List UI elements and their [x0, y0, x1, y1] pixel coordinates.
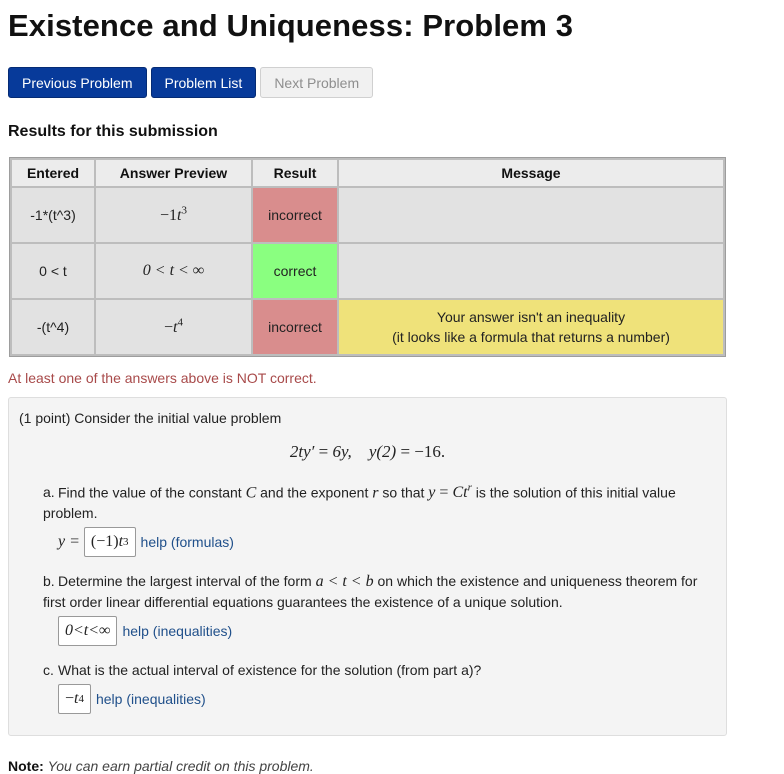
part-b-label: b.	[43, 573, 55, 589]
problem-list-button[interactable]: Problem List	[150, 67, 257, 98]
formula-ct: Ct	[452, 484, 468, 502]
preview-lead: −1	[160, 207, 178, 225]
part-a-text-post: so that	[378, 484, 429, 501]
header-answer-preview: Answer Preview	[96, 160, 251, 186]
initial-value: −16.	[414, 442, 446, 461]
table-row: -(t^4) −t4 incorrect Your answer isn't a…	[12, 300, 723, 354]
submission-summary: At least one of the answers above is NOT…	[8, 370, 317, 386]
note-label: Note:	[8, 758, 44, 774]
note-text: You can earn partial credit on this prob…	[47, 758, 314, 774]
initial-condition: y(2)	[368, 442, 397, 461]
part-a: a. Find the value of the constant C and t…	[43, 478, 713, 558]
help-formulas-link[interactable]: help (formulas)	[141, 532, 234, 552]
header-message: Message	[339, 160, 723, 186]
answer-a-label: y =	[58, 533, 80, 551]
result-cell: incorrect	[253, 188, 337, 242]
problem-nav: Previous Problem Problem List Next Probl…	[8, 67, 374, 98]
message-cell	[339, 244, 723, 298]
part-b: b. Determine the largest interval of the …	[43, 571, 713, 646]
partial-credit-note: Note: You can earn partial credit on thi…	[8, 758, 314, 774]
part-a-label: a.	[43, 484, 55, 501]
part-b-text-pre: Determine the largest interval of the fo…	[58, 573, 316, 589]
answer-c-input[interactable]: − t 4	[58, 684, 91, 714]
header-entered: Entered	[12, 160, 94, 186]
help-inequalities-link[interactable]: help (inequalities)	[122, 621, 232, 641]
initial-value-equation: 2ty′ = 6y, y(2) = −16.	[289, 442, 446, 461]
part-c-text: What is the actual interval of existence…	[58, 662, 482, 678]
interval-form: a < t < b	[315, 573, 374, 590]
part-a-text-mid: and the exponent	[256, 484, 373, 501]
table-row: -1*(t^3) −1t3 incorrect	[12, 188, 723, 242]
previous-problem-button[interactable]: Previous Problem	[8, 67, 147, 98]
entered-cell: -1*(t^3)	[12, 188, 94, 242]
page-title: Existence and Uniqueness: Problem 3	[8, 8, 574, 43]
preview-exp: 4	[177, 316, 183, 329]
preview-cell: −1t3	[96, 188, 251, 242]
problem-intro: (1 point) Consider the initial value pro…	[19, 410, 282, 426]
part-c-label: c.	[43, 662, 54, 678]
constant-c: C	[245, 484, 257, 502]
preview-exp: 3	[181, 204, 187, 217]
results-title: Results for this submission	[8, 123, 218, 140]
formula-y: y	[428, 484, 436, 502]
preview-cell: −t4	[96, 300, 251, 354]
results-table: Entered Answer Preview Result Message -1…	[9, 157, 726, 357]
table-row: 0 < t 0 < t < ∞ correct	[12, 244, 723, 298]
entered-cell: -(t^4)	[12, 300, 94, 354]
part-a-text-pre: Find the value of the constant	[58, 484, 246, 501]
message-cell	[339, 188, 723, 242]
result-cell: correct	[253, 244, 337, 298]
answer-a-exp: 3	[123, 536, 129, 549]
preview-cell: 0 < t < ∞	[96, 244, 251, 298]
message-line-1: Your answer isn't an inequality	[436, 309, 626, 325]
answer-b-value: 0<t<∞	[65, 622, 111, 639]
header-result: Result	[253, 160, 337, 186]
answer-a-input[interactable]: (−1) t 3	[83, 527, 136, 558]
message-cell: Your answer isn't an inequality (it look…	[339, 300, 723, 354]
equation-rhs: 6y,	[332, 442, 352, 461]
preview-lead: −	[164, 319, 174, 337]
preview-text: 0 < t < ∞	[142, 262, 205, 279]
problem-body: (1 point) Consider the initial value pro…	[8, 397, 727, 736]
answer-a-lead: (−1)	[90, 533, 119, 551]
entered-cell: 0 < t	[12, 244, 94, 298]
result-cell: incorrect	[253, 300, 337, 354]
results-header-row: Entered Answer Preview Result Message	[12, 160, 723, 186]
equation-lhs: 2ty′	[289, 442, 315, 461]
next-problem-button: Next Problem	[260, 67, 374, 98]
answer-c-exp: 4	[78, 693, 84, 705]
part-c: c. What is the actual interval of existen…	[43, 660, 713, 714]
help-inequalities-link[interactable]: help (inequalities)	[96, 689, 206, 709]
answer-c-lead: −	[65, 690, 75, 707]
answer-b-input[interactable]: 0<t<∞	[58, 616, 118, 646]
message-line-2: (it looks like a formula that returns a …	[392, 329, 670, 345]
